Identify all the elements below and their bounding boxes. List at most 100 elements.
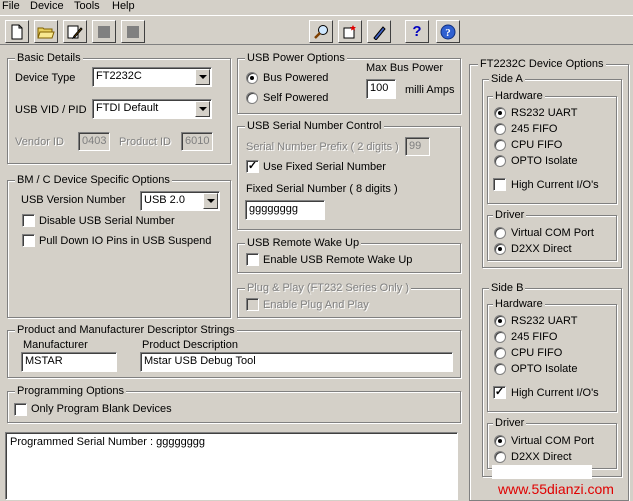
- product-description-field[interactable]: Mstar USB Debug Tool: [140, 352, 453, 372]
- self-powered-label: Self Powered: [263, 92, 329, 104]
- side-a-opto-label: OPTO Isolate: [511, 155, 578, 167]
- side-b-fifo-label: 245 FIFO: [511, 331, 558, 343]
- about-button[interactable]: ?: [436, 20, 460, 43]
- side-a-rs232-radio[interactable]: [494, 107, 506, 119]
- product-description-label: Product Description: [142, 339, 238, 351]
- self-powered-radio[interactable]: [246, 92, 258, 104]
- menu-bar: File Device Tools Help: [0, 0, 633, 14]
- side-b-driver-title: Driver: [493, 417, 527, 430]
- toolbar-button-5[interactable]: [121, 20, 145, 43]
- toolbar-button-4[interactable]: [92, 20, 116, 43]
- bus-powered-radio[interactable]: [246, 72, 258, 84]
- milli-amps-label: milli Amps: [405, 84, 455, 96]
- erase-button[interactable]: [367, 20, 391, 43]
- descriptor-strings-title: Product and Manufacturer Descriptor Stri…: [15, 324, 237, 337]
- menu-help[interactable]: Help: [112, 0, 135, 13]
- program-icon: [343, 24, 356, 38]
- bmc-options-title: BM / C Device Specific Options: [15, 174, 172, 187]
- new-file-button[interactable]: [5, 20, 29, 43]
- help-button[interactable]: ?: [405, 20, 429, 43]
- watermark: www.55dianzi.com: [498, 481, 614, 497]
- product-id-label: Product ID: [119, 136, 171, 148]
- menu-tools[interactable]: Tools: [74, 0, 100, 13]
- side-b-vcp-radio[interactable]: [494, 435, 506, 447]
- chevron-down-icon: [203, 193, 218, 209]
- product-id-field[interactable]: 6010: [181, 132, 213, 151]
- side-b-rs232-radio[interactable]: [494, 315, 506, 327]
- plug-play-checkbox[interactable]: [246, 298, 259, 311]
- side-a-vcp-label: Virtual COM Port: [511, 227, 594, 239]
- chevron-down-icon: [195, 69, 210, 85]
- manufacturer-label: Manufacturer: [23, 339, 88, 351]
- serial-prefix-label: Serial Number Prefix ( 2 digits ): [246, 141, 399, 153]
- edit-icon: [67, 25, 83, 39]
- side-b-fifo-radio[interactable]: [494, 331, 506, 343]
- max-bus-power-field[interactable]: 100: [366, 79, 396, 99]
- side-a-cpu-radio[interactable]: [494, 139, 506, 151]
- side-a-fifo-label: 245 FIFO: [511, 123, 558, 135]
- only-blank-label: Only Program Blank Devices: [31, 403, 172, 415]
- usb-version-value: USB 2.0: [144, 194, 185, 206]
- program-button[interactable]: [338, 20, 362, 43]
- device-type-select[interactable]: FT2232C: [92, 67, 212, 87]
- side-a-vcp-radio[interactable]: [494, 227, 506, 239]
- ft2232c-options-title: FT2232C Device Options: [478, 58, 606, 71]
- plug-play-title: Plug & Play (FT232 Series Only ): [245, 282, 412, 295]
- side-b-title: Side B: [489, 282, 526, 295]
- side-b-cpu-radio[interactable]: [494, 347, 506, 359]
- pull-down-checkbox[interactable]: [22, 234, 35, 247]
- open-button[interactable]: [34, 20, 58, 43]
- vid-pid-value: FTDI Default: [96, 102, 159, 114]
- disabled-icon: [98, 25, 110, 38]
- disable-serial-checkbox[interactable]: [22, 214, 35, 227]
- side-a-high-current-label: High Current I/O's: [511, 179, 599, 191]
- log-output[interactable]: Programmed Serial Number : gggggggg: [5, 432, 458, 500]
- vid-pid-label: USB VID / PID: [15, 104, 87, 116]
- search-icon: [314, 24, 328, 39]
- fixed-serial-field[interactable]: gggggggg: [245, 200, 325, 220]
- side-a-driver-title: Driver: [493, 209, 527, 222]
- remote-wake-title: USB Remote Wake Up: [245, 237, 362, 250]
- bus-powered-label: Bus Powered: [263, 72, 329, 84]
- scan-button[interactable]: [309, 20, 333, 43]
- side-b-high-current-checkbox[interactable]: ✓: [493, 386, 506, 399]
- side-b-vcp-label: Virtual COM Port: [511, 435, 594, 447]
- side-a-opto-radio[interactable]: [494, 155, 506, 167]
- use-fixed-serial-checkbox[interactable]: ✓: [246, 160, 259, 173]
- pull-down-label: Pull Down IO Pins in USB Suspend: [39, 235, 212, 247]
- menu-file[interactable]: File: [2, 0, 20, 13]
- fixed-serial-label: Fixed Serial Number ( 8 digits ): [246, 183, 398, 195]
- side-b-d2xx-radio[interactable]: [494, 451, 506, 463]
- vendor-id-field[interactable]: 0403: [78, 132, 110, 151]
- watermark-backdrop: [492, 465, 592, 479]
- menu-device[interactable]: Device: [30, 0, 64, 13]
- vid-pid-select[interactable]: FTDI Default: [92, 99, 212, 119]
- max-bus-power-label: Max Bus Power: [366, 62, 444, 74]
- side-b-d2xx-label: D2XX Direct: [511, 451, 572, 463]
- disable-serial-label: Disable USB Serial Number: [39, 215, 175, 227]
- toolbar: ? ?: [0, 15, 633, 45]
- device-type-label: Device Type: [15, 72, 76, 84]
- side-b-hardware-title: Hardware: [493, 298, 545, 311]
- chevron-down-icon: [195, 101, 210, 117]
- open-folder-icon: [37, 27, 55, 38]
- usb-version-select[interactable]: USB 2.0: [140, 191, 220, 211]
- side-b-high-current-label: High Current I/O's: [511, 387, 599, 399]
- side-a-high-current-checkbox[interactable]: [493, 178, 506, 191]
- about-icon: ?: [440, 24, 456, 39]
- erase-icon: [373, 25, 386, 40]
- side-a-fifo-radio[interactable]: [494, 123, 506, 135]
- remote-wake-checkbox[interactable]: [246, 253, 259, 266]
- side-b-opto-radio[interactable]: [494, 363, 506, 375]
- side-b-cpu-label: CPU FIFO: [511, 347, 563, 359]
- serial-control-title: USB Serial Number Control: [245, 120, 384, 133]
- side-a-d2xx-radio[interactable]: [494, 243, 506, 255]
- edit-button[interactable]: [63, 20, 87, 43]
- manufacturer-field[interactable]: MSTAR: [21, 352, 117, 372]
- side-a-cpu-label: CPU FIFO: [511, 139, 563, 151]
- side-a-d2xx-label: D2XX Direct: [511, 243, 572, 255]
- usb-version-label: USB Version Number: [21, 194, 126, 206]
- serial-prefix-field[interactable]: 99: [405, 137, 430, 156]
- help-icon: ?: [412, 23, 422, 40]
- only-blank-checkbox[interactable]: [14, 403, 27, 416]
